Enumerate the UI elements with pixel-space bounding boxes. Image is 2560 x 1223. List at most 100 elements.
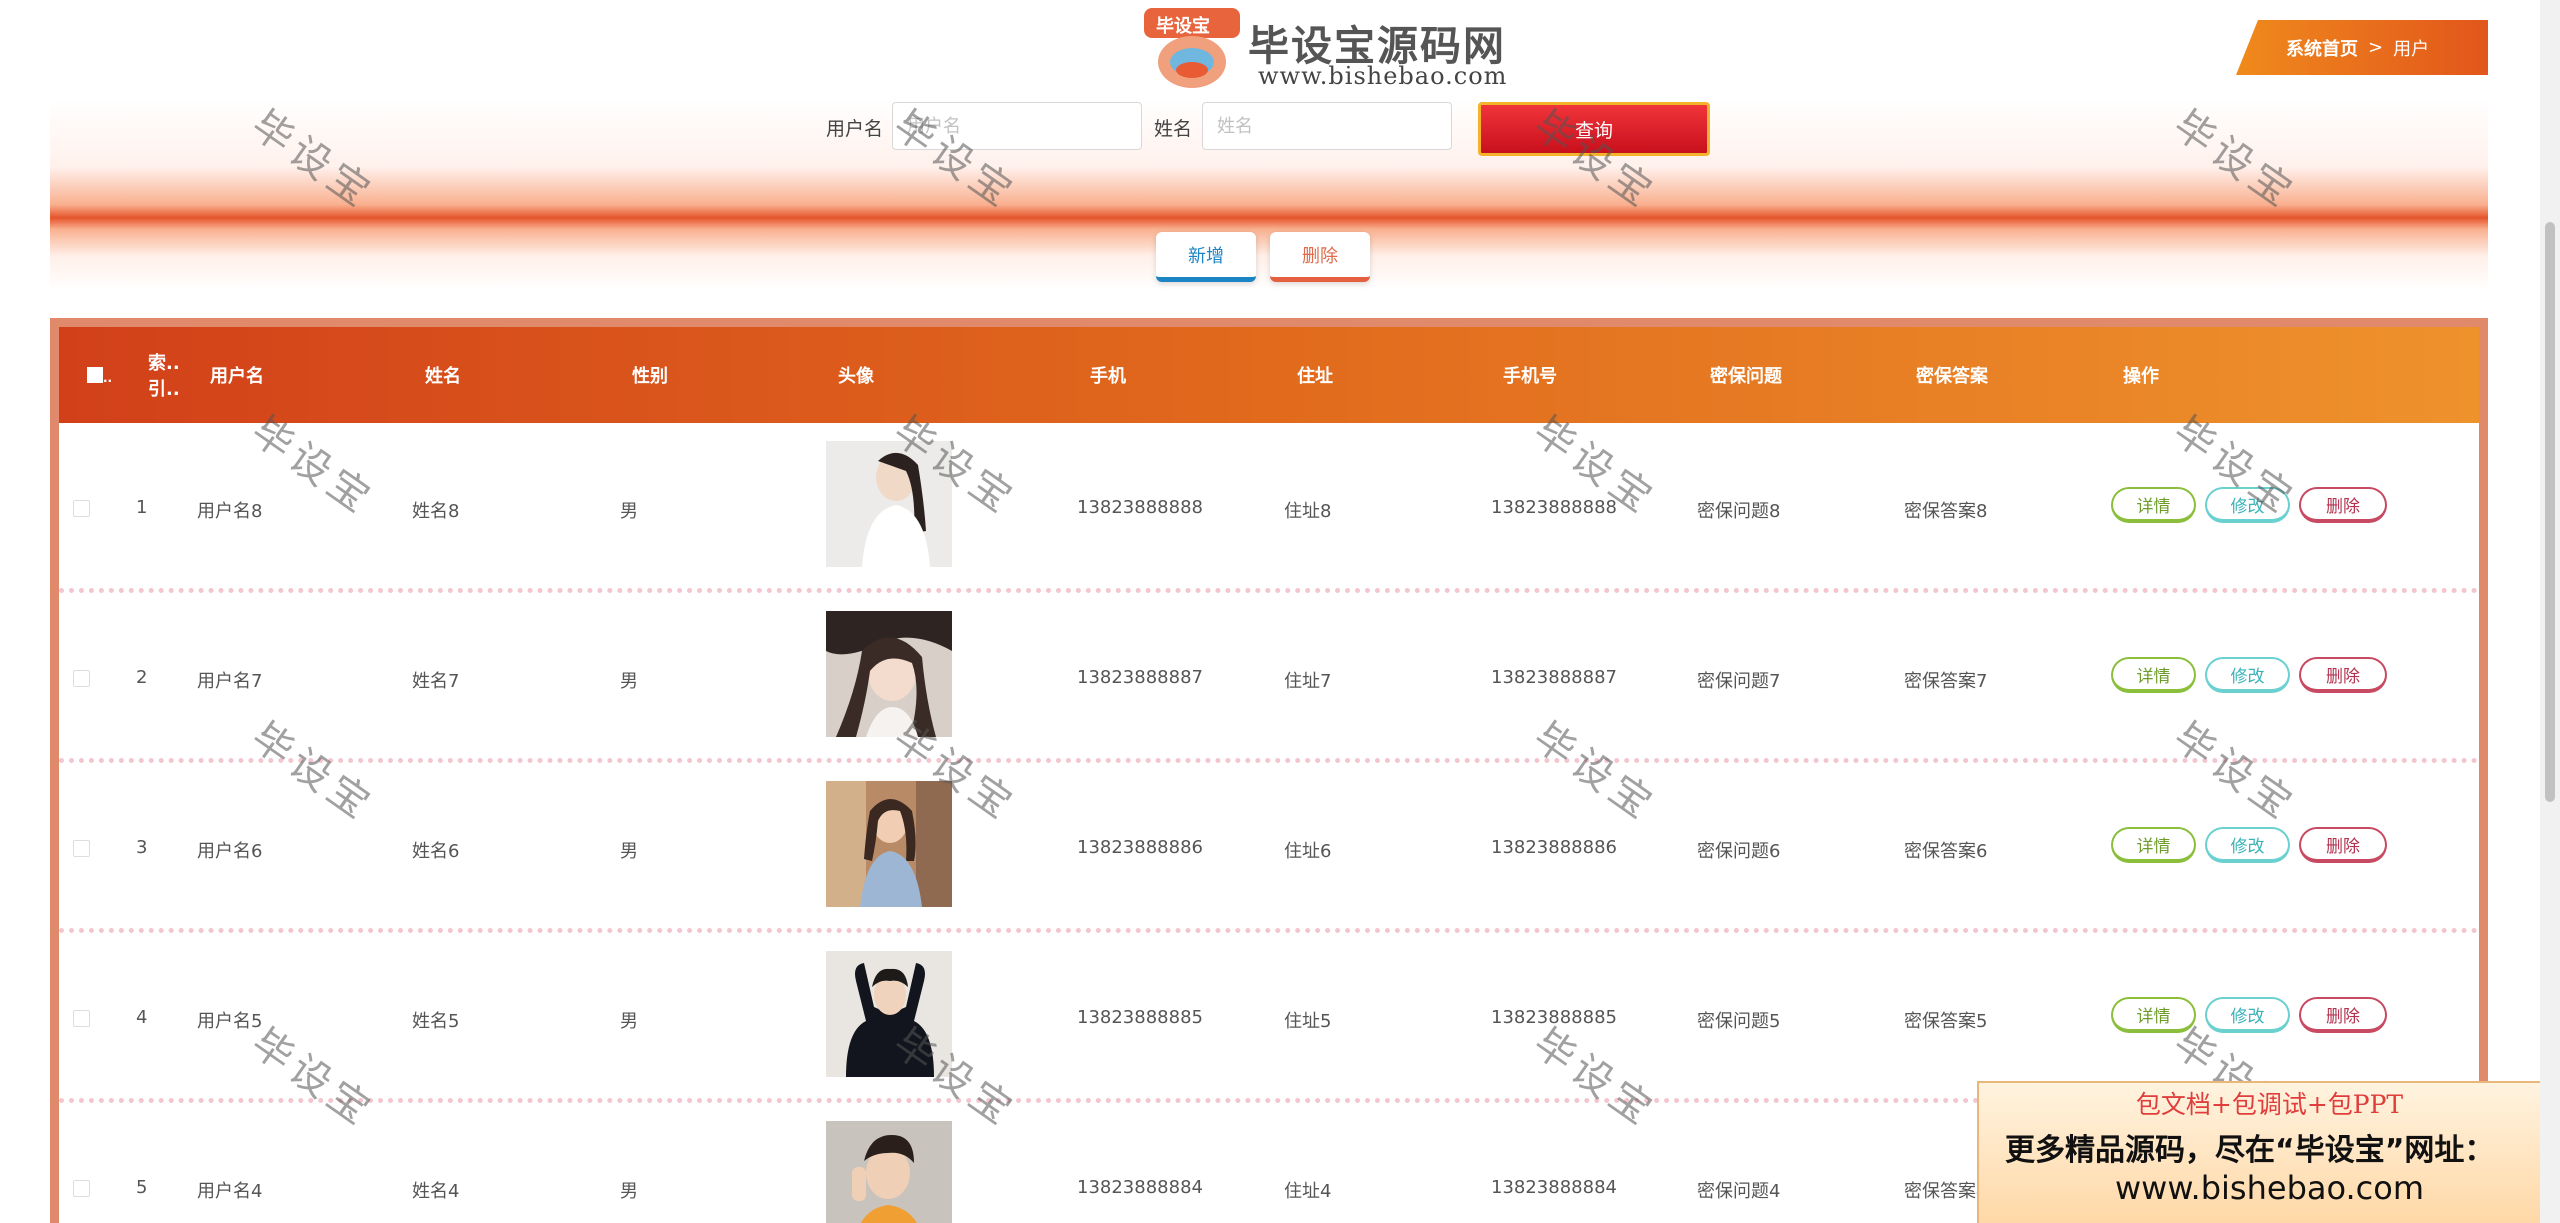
cell-mobile: 13823888888	[1491, 497, 1617, 518]
cell-security-question: 密保问题6	[1697, 841, 1781, 862]
delete-button[interactable]: 删除	[2299, 827, 2387, 863]
cell-address: 住址6	[1284, 841, 1332, 862]
cell-gender: 男	[620, 841, 638, 862]
cell-address: 住址8	[1284, 501, 1332, 522]
logo-url: www.bishebao.com	[1258, 62, 1508, 90]
ad-tagline: 包文档+包调试+包PPT	[2135, 1090, 2404, 1119]
ad-headline: 更多精品源码，尽在“毕设宝”网址：	[2005, 1133, 2495, 1168]
cell-address: 住址4	[1284, 1181, 1332, 1202]
cell-security-question: 密保问题8	[1697, 501, 1781, 522]
ad-url[interactable]: www.bishebao.com	[1979, 1169, 2560, 1207]
delete-button[interactable]: 删除	[2299, 487, 2387, 523]
table-header: .. 索..引.. 用户名 姓名 性别 头像 手机 住址 手机号 密保问题 密保…	[59, 327, 2479, 423]
header-mobile: 手机号	[1503, 366, 1557, 387]
detail-button[interactable]: 详情	[2111, 997, 2196, 1033]
cell-address: 住址7	[1284, 671, 1332, 692]
breadcrumb-home[interactable]: 系统首页	[2286, 35, 2358, 61]
logo-badge-text: 毕设宝	[1156, 16, 1210, 37]
cell-username: 用户名6	[197, 841, 263, 862]
breadcrumb: 系统首页 > 用户	[2236, 20, 2488, 75]
cell-name: 姓名8	[412, 501, 460, 522]
cell-index: 3	[136, 837, 148, 858]
username-search-input[interactable]	[892, 102, 1142, 150]
edit-button[interactable]: 修改	[2205, 657, 2290, 693]
header-address: 住址	[1297, 366, 1333, 387]
site-logo: 毕设宝 毕设宝源码网 www.bishebao.com	[1140, 6, 1520, 94]
edit-button[interactable]: 修改	[2205, 487, 2290, 523]
row-checkbox[interactable]	[73, 1010, 90, 1027]
detail-button[interactable]: 详情	[2111, 657, 2196, 693]
cell-username: 用户名8	[197, 501, 263, 522]
ad-banner[interactable]: 包文档+包调试+包PPT 更多精品源码，尽在“毕设宝”网址： www.bishe…	[1977, 1081, 2560, 1223]
cell-security-answer: 密保答案8	[1904, 501, 1988, 522]
breadcrumb-separator: >	[2368, 37, 2384, 58]
avatar-image	[826, 951, 952, 1077]
row-checkbox[interactable]	[73, 500, 90, 517]
cell-index: 5	[136, 1177, 148, 1198]
cell-mobile: 13823888884	[1491, 1177, 1617, 1198]
cell-phone: 13823888884	[1077, 1177, 1203, 1198]
avatar-image	[826, 441, 952, 567]
header-security-question: 密保问题	[1710, 366, 1782, 387]
cell-name: 姓名6	[412, 841, 460, 862]
cell-gender: 男	[620, 1011, 638, 1032]
detail-button[interactable]: 详情	[2111, 827, 2196, 863]
cell-security-answer: 密保答案7	[1904, 671, 1988, 692]
cell-security-answer: 密保答案4	[1904, 1181, 1988, 1202]
scrollbar-thumb[interactable]	[2545, 222, 2555, 802]
table-row: 2 用户名7 姓名7 男 13823888887 住址7 13823888887…	[59, 593, 2479, 763]
avatar-image	[826, 611, 952, 737]
cell-security-question: 密保问题5	[1697, 1011, 1781, 1032]
query-button[interactable]: 查询	[1478, 102, 1710, 156]
page-scrollbar[interactable]	[2540, 0, 2560, 1223]
name-search-input[interactable]	[1202, 102, 1452, 150]
cell-mobile: 13823888885	[1491, 1007, 1617, 1028]
cell-security-answer: 密保答案5	[1904, 1011, 1988, 1032]
cell-gender: 男	[620, 671, 638, 692]
select-all-ellipsis: ..	[103, 371, 113, 385]
delete-button[interactable]: 删除	[2299, 997, 2387, 1033]
cell-username: 用户名5	[197, 1011, 263, 1032]
cell-phone: 13823888886	[1077, 837, 1203, 858]
cell-name: 姓名7	[412, 671, 460, 692]
cell-gender: 男	[620, 501, 638, 522]
edit-button[interactable]: 修改	[2205, 997, 2290, 1033]
table-row: 4 用户名5 姓名5 男 13823888885 住址5 13823888885…	[59, 933, 2479, 1103]
cell-phone: 13823888885	[1077, 1007, 1203, 1028]
name-label: 姓名	[1154, 118, 1193, 140]
cell-name: 姓名4	[412, 1181, 460, 1202]
row-checkbox[interactable]	[73, 670, 90, 687]
cell-username: 用户名7	[197, 671, 263, 692]
breadcrumb-current: 用户	[2393, 38, 2430, 60]
edit-button[interactable]: 修改	[2205, 827, 2290, 863]
header-operations: 操作	[2123, 366, 2159, 387]
cell-index: 2	[136, 667, 148, 688]
delete-button[interactable]: 删除	[2299, 657, 2387, 693]
cell-index: 4	[136, 1007, 148, 1028]
header-index: 索..引..	[148, 353, 180, 400]
cell-index: 1	[136, 497, 148, 518]
header-security-answer: 密保答案	[1916, 366, 1988, 387]
avatar-image	[826, 781, 952, 907]
cell-security-question: 密保问题4	[1697, 1181, 1781, 1202]
add-button[interactable]: 新增	[1156, 232, 1256, 282]
header-avatar: 头像	[838, 366, 874, 387]
cell-mobile: 13823888886	[1491, 837, 1617, 858]
cell-mobile: 13823888887	[1491, 667, 1617, 688]
cell-gender: 男	[620, 1181, 638, 1202]
table-row: 3 用户名6 姓名6 男 13823888886 住址6 13823888886…	[59, 763, 2479, 933]
cell-security-question: 密保问题7	[1697, 671, 1781, 692]
select-all-checkbox[interactable]	[87, 367, 103, 383]
batch-delete-button[interactable]: 删除	[1270, 232, 1370, 282]
username-label: 用户名	[826, 118, 884, 140]
header-gender: 性别	[632, 366, 668, 387]
cell-name: 姓名5	[412, 1011, 460, 1032]
cell-phone: 13823888888	[1077, 497, 1203, 518]
table-row: 1 用户名8 姓名8 男 13823888888 住址8 13823888888…	[59, 423, 2479, 593]
cell-address: 住址5	[1284, 1011, 1332, 1032]
detail-button[interactable]: 详情	[2111, 487, 2196, 523]
row-checkbox[interactable]	[73, 840, 90, 857]
header-name: 姓名	[425, 366, 461, 387]
avatar-image	[826, 1121, 952, 1223]
row-checkbox[interactable]	[73, 1180, 90, 1197]
